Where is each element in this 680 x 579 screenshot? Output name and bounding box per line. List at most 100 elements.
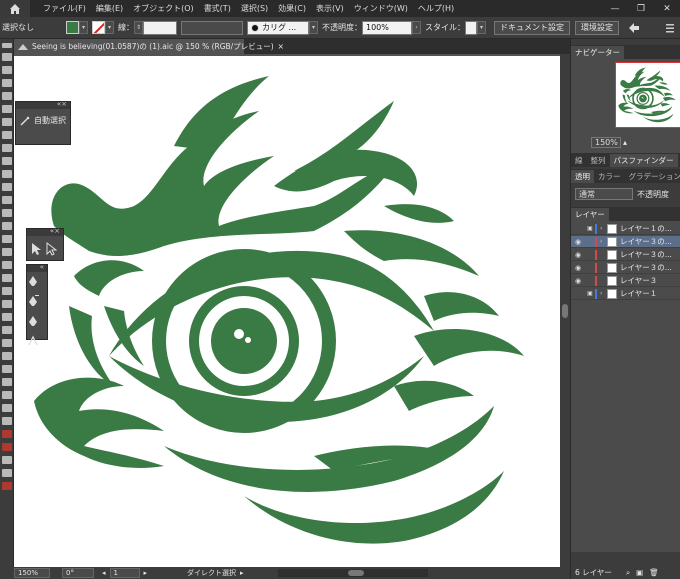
style-dropdown[interactable]: ▾ [477, 21, 486, 34]
document-setup-button[interactable]: ドキュメント設定 [494, 20, 570, 35]
panel-menu-icon[interactable] [666, 23, 674, 33]
new-layer-icon[interactable]: ▣ [636, 568, 643, 577]
swap-colors-icon[interactable] [2, 443, 12, 451]
preferences-button[interactable]: 環境設定 [575, 20, 619, 35]
panel-header[interactable]: «× [16, 100, 70, 109]
eyedropper-tool-icon[interactable] [2, 326, 12, 334]
tab-stroke[interactable]: 線 [571, 154, 587, 167]
fill-dropdown[interactable]: ▾ [79, 21, 88, 34]
next-artboard-icon[interactable]: ▸ [144, 569, 148, 577]
scale-tool-icon[interactable] [2, 235, 12, 243]
rotate-tool-icon[interactable] [2, 222, 12, 230]
arrange-icon[interactable] [627, 22, 641, 34]
type-tool-icon[interactable] [2, 131, 12, 139]
anchor-point-icon[interactable] [27, 335, 39, 347]
menu-file[interactable]: ファイル(F) [38, 3, 91, 14]
brush-dropdown[interactable]: ▾ [309, 21, 318, 34]
blend-mode-select[interactable]: 通常 [575, 188, 633, 200]
document-tab[interactable]: Seeing is believing(01.0587)の (1).aic @ … [14, 39, 284, 54]
artboard-tool-icon[interactable] [2, 378, 12, 386]
lock-icon[interactable]: ▣ [585, 225, 595, 232]
visibility-eye-icon[interactable]: ◉ [571, 251, 585, 259]
minimize-button[interactable]: — [602, 0, 628, 17]
panel-header[interactable]: « [27, 263, 47, 272]
zoom-out-icon[interactable]: ▴ [623, 138, 627, 147]
prev-artboard-icon[interactable]: ◂ [102, 569, 106, 577]
rectangle-tool-icon[interactable] [2, 157, 12, 165]
tab-navigator[interactable]: ナビゲーター [571, 46, 624, 59]
expand-arrow-icon[interactable]: › [600, 238, 607, 245]
lock-icon[interactable]: ▣ [585, 290, 595, 297]
tab-pathfinder[interactable]: パスファインダー [609, 154, 678, 167]
home-button[interactable] [0, 0, 30, 17]
close-tab-button[interactable]: × [278, 42, 284, 51]
visibility-eye-icon[interactable]: ◉ [571, 238, 585, 246]
menu-effect[interactable]: 効果(C) [273, 3, 311, 14]
layer-row[interactable]: ◉ › レイヤー３の... [571, 236, 680, 248]
menu-window[interactable]: ウィンドウ(W) [349, 3, 413, 14]
free-transform-tool-icon[interactable] [2, 261, 12, 269]
lasso-tool-icon[interactable] [2, 92, 12, 100]
style-swatch[interactable] [465, 20, 477, 35]
shape-builder-tool-icon[interactable] [2, 274, 12, 282]
panel-header[interactable]: «× [27, 227, 63, 236]
tab-layers[interactable]: レイヤー [571, 208, 609, 221]
close-window-button[interactable]: ✕ [654, 0, 680, 17]
layer-row[interactable]: ◉ レイヤー３の... [571, 262, 680, 274]
direct-selection-tool-icon[interactable] [2, 66, 12, 74]
mesh-tool-icon[interactable] [2, 300, 12, 308]
expand-arrow-icon[interactable]: › [600, 225, 607, 232]
restore-button[interactable]: ❐ [628, 0, 654, 17]
curvature-tool-icon[interactable] [2, 118, 12, 126]
direct-selection-icon[interactable] [30, 242, 42, 256]
stroke-stepper[interactable]: ⇕ [134, 21, 143, 34]
artboard[interactable] [14, 56, 560, 567]
fill-stroke-icon[interactable] [2, 430, 12, 438]
graph-tool-icon[interactable] [2, 365, 12, 373]
visibility-eye-icon[interactable]: ◉ [571, 277, 585, 285]
hand-tool-icon[interactable] [2, 404, 12, 412]
magic-wand-tool-icon[interactable] [2, 79, 12, 87]
delete-layer-icon[interactable]: 🗑 [649, 568, 659, 577]
shaper-tool-icon[interactable] [2, 196, 12, 204]
pencil-tool-icon[interactable] [2, 183, 12, 191]
vertical-scroll-thumb[interactable] [562, 304, 568, 318]
artboard-select[interactable]: 1 [109, 568, 140, 578]
slice-tool-icon[interactable] [2, 391, 12, 399]
add-anchor-icon[interactable] [27, 295, 39, 307]
search-layer-icon[interactable]: ⌕ [626, 568, 630, 578]
status-menu-icon[interactable]: ▸ [240, 569, 244, 577]
pen-tool-icon[interactable] [2, 105, 12, 113]
screen-mode-icon[interactable] [2, 469, 12, 477]
width-tool-icon[interactable] [2, 248, 12, 256]
paintbrush-tool-icon[interactable] [2, 170, 12, 178]
menu-edit[interactable]: 編集(E) [91, 3, 128, 14]
vertical-scrollbar[interactable] [560, 54, 570, 567]
layer-row[interactable]: ▣ › レイヤー１ [571, 288, 680, 300]
layer-row[interactable]: ▣ › レイヤー１の... [571, 223, 680, 235]
horizontal-scrollbar[interactable] [277, 569, 428, 577]
navigator-preview[interactable] [615, 62, 680, 128]
selection-tool-icon[interactable] [2, 53, 12, 61]
expand-arrow-icon[interactable]: › [600, 290, 607, 297]
opacity-input[interactable]: 100% [362, 20, 412, 35]
symbol-sprayer-tool-icon[interactable] [2, 352, 12, 360]
stroke-weight-input[interactable] [143, 20, 177, 35]
zoom-select[interactable]: 150% [14, 568, 50, 578]
layer-row[interactable]: ◉ レイヤー３ [571, 275, 680, 287]
menu-select[interactable]: 選択(S) [236, 3, 273, 14]
power-icon[interactable] [2, 482, 12, 490]
gradient-tool-icon[interactable] [2, 313, 12, 321]
layer-row[interactable]: ◉ レイヤー３の... [571, 249, 680, 261]
tab-align[interactable]: 整列 [587, 154, 610, 167]
fill-swatch[interactable] [66, 21, 79, 34]
tab-color[interactable]: カラー [594, 170, 625, 183]
opacity-dropdown[interactable]: › [412, 21, 421, 34]
horizontal-scroll-thumb[interactable] [347, 570, 364, 576]
perspective-tool-icon[interactable] [2, 287, 12, 295]
menu-type[interactable]: 書式(T) [199, 3, 236, 14]
pen-icon[interactable] [27, 275, 39, 287]
stroke-dropdown[interactable]: ▾ [105, 21, 114, 34]
tab-transparency[interactable]: 透明 [571, 170, 594, 183]
zoom-tool-icon[interactable] [2, 417, 12, 425]
